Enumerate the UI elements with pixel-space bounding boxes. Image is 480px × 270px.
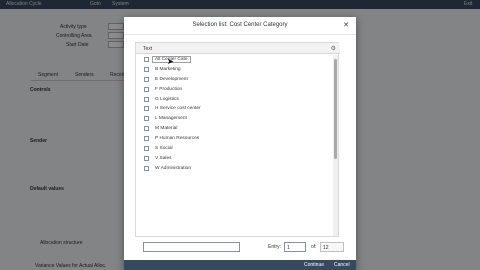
- row-checkbox[interactable]: [144, 86, 149, 92]
- row-text[interactable]: V Sales: [155, 156, 172, 161]
- row-text[interactable]: H Service cost center: [155, 106, 201, 111]
- dialog-header: Selection list: Cost Center Category ✕: [124, 17, 356, 35]
- row-text[interactable]: P Human Resources: [155, 136, 199, 141]
- table-row[interactable]: All Center Cate: [136, 55, 336, 65]
- table-row[interactable]: L Management: [136, 114, 336, 124]
- dialog-footer-controls: Entry: 1 of: 12: [124, 242, 356, 256]
- row-checkbox[interactable]: [144, 146, 149, 152]
- table-row[interactable]: M Material: [136, 124, 336, 134]
- row-checkbox[interactable]: [144, 126, 149, 132]
- row-checkbox[interactable]: [144, 136, 149, 142]
- row-checkbox[interactable]: [144, 96, 149, 102]
- total-entries: 12: [320, 242, 344, 252]
- scrollbar-thumb[interactable]: [334, 59, 337, 159]
- table-rows: All Center Cate B Marketing E Developmen…: [136, 55, 336, 174]
- row-text[interactable]: E Development: [155, 77, 188, 82]
- row-checkbox[interactable]: [144, 116, 149, 122]
- entry-label: Entry:: [268, 244, 282, 250]
- continue-button[interactable]: Continue: [304, 262, 324, 268]
- column-header-text[interactable]: Text: [143, 46, 152, 52]
- table-row[interactable]: G Logistics: [136, 95, 336, 105]
- row-checkbox[interactable]: [144, 155, 149, 161]
- row-checkbox[interactable]: [144, 165, 149, 171]
- close-icon[interactable]: ✕: [341, 21, 351, 31]
- mouse-cursor-icon: ➤: [167, 57, 174, 66]
- selection-table: Text ⚙ All Center Cate B Marketing E Dev…: [135, 42, 340, 237]
- row-text[interactable]: G Logistics: [155, 97, 179, 102]
- table-row[interactable]: B Marketing: [136, 65, 336, 75]
- table-scrollbar[interactable]: [333, 55, 338, 236]
- table-row[interactable]: H Service cost center: [136, 104, 336, 114]
- dialog-title: Selection list: Cost Center Category: [192, 22, 288, 28]
- row-checkbox[interactable]: [144, 57, 149, 62]
- row-text[interactable]: M Material: [155, 126, 177, 131]
- table-row[interactable]: V Sales: [136, 154, 336, 164]
- table-header: Text ⚙: [136, 43, 340, 54]
- table-row[interactable]: E Development: [136, 75, 336, 85]
- search-input[interactable]: [143, 242, 240, 252]
- table-row[interactable]: W Administration: [136, 164, 336, 174]
- row-checkbox[interactable]: [144, 76, 149, 82]
- selection-list-dialog: Selection list: Cost Center Category ✕ T…: [124, 17, 356, 270]
- entry-input[interactable]: 1: [284, 242, 306, 252]
- table-row[interactable]: P Human Resources: [136, 134, 336, 144]
- row-text[interactable]: F Production: [155, 87, 182, 92]
- row-text[interactable]: W Administration: [155, 166, 191, 171]
- row-text[interactable]: B Marketing: [155, 67, 181, 72]
- of-label: of:: [311, 244, 317, 250]
- table-row[interactable]: F Production: [136, 85, 336, 95]
- gear-icon[interactable]: ⚙: [331, 45, 336, 52]
- row-checkbox[interactable]: [144, 66, 149, 72]
- dialog-footer: Continue Cancel: [124, 260, 356, 270]
- row-text[interactable]: S Social: [155, 146, 173, 151]
- table-row[interactable]: S Social: [136, 144, 336, 154]
- row-checkbox[interactable]: [144, 106, 149, 112]
- cancel-button[interactable]: Cancel: [334, 262, 350, 268]
- row-text[interactable]: L Management: [155, 116, 187, 121]
